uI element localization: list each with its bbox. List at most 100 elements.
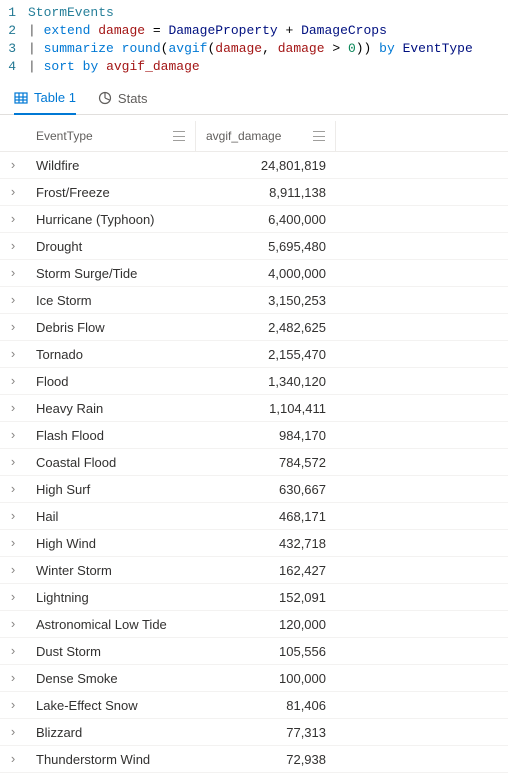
expand-row-icon[interactable]: › <box>0 563 26 578</box>
table-row[interactable]: ›Winter Storm162,427 <box>0 557 508 584</box>
cell-eventtype: Debris Flow <box>26 320 196 335</box>
table-row[interactable]: ›Debris Flow2,482,625 <box>0 314 508 341</box>
cell-avgif-damage: 984,170 <box>196 428 336 443</box>
column-header-eventtype[interactable]: EventType <box>26 121 196 151</box>
cell-avgif-damage: 432,718 <box>196 536 336 551</box>
table-row[interactable]: ›Hurricane (Typhoon)6,400,000 <box>0 206 508 233</box>
expand-row-icon[interactable]: › <box>0 671 26 686</box>
table-row[interactable]: ›Thunderstorm Wind72,938 <box>0 746 508 773</box>
expand-row-icon[interactable]: › <box>0 536 26 551</box>
cell-avgif-damage: 2,482,625 <box>196 320 336 335</box>
tab-stats[interactable]: Stats <box>98 91 148 114</box>
cell-eventtype: Dust Storm <box>26 644 196 659</box>
cell-avgif-damage: 784,572 <box>196 455 336 470</box>
column-header-avgif-damage[interactable]: avgif_damage <box>196 121 336 151</box>
cell-eventtype: Lake-Effect Snow <box>26 698 196 713</box>
expand-row-icon[interactable]: › <box>0 590 26 605</box>
expand-row-icon[interactable]: › <box>0 752 26 767</box>
table-row[interactable]: ›Drought5,695,480 <box>0 233 508 260</box>
expand-row-icon[interactable]: › <box>0 374 26 389</box>
editor-line[interactable]: 3| summarize round(avgif(damage, damage … <box>0 40 508 58</box>
editor-line[interactable]: 2| extend damage = DamageProperty + Dama… <box>0 22 508 40</box>
expand-row-icon[interactable]: › <box>0 239 26 254</box>
line-number: 3 <box>0 40 28 58</box>
cell-eventtype: Blizzard <box>26 725 196 740</box>
cell-eventtype: High Wind <box>26 536 196 551</box>
table-row[interactable]: ›Lightning152,091 <box>0 584 508 611</box>
results-grid: EventType avgif_damage ›Wildfire24,801,8… <box>0 115 508 773</box>
expand-row-icon[interactable]: › <box>0 455 26 470</box>
table-row[interactable]: ›Frost/Freeze8,911,138 <box>0 179 508 206</box>
table-row[interactable]: ›Wildfire24,801,819 <box>0 152 508 179</box>
cell-avgif-damage: 8,911,138 <box>196 185 336 200</box>
cell-eventtype: Winter Storm <box>26 563 196 578</box>
cell-avgif-damage: 120,000 <box>196 617 336 632</box>
column-menu-icon[interactable] <box>313 131 325 141</box>
table-row[interactable]: ›Flash Flood984,170 <box>0 422 508 449</box>
expand-row-icon[interactable]: › <box>0 428 26 443</box>
table-row[interactable]: ›High Wind432,718 <box>0 530 508 557</box>
cell-eventtype: Drought <box>26 239 196 254</box>
expand-row-icon[interactable]: › <box>0 320 26 335</box>
cell-eventtype: Ice Storm <box>26 293 196 308</box>
cell-eventtype: Coastal Flood <box>26 455 196 470</box>
code-content[interactable]: | summarize round(avgif(damage, damage >… <box>28 40 473 58</box>
cell-avgif-damage: 1,340,120 <box>196 374 336 389</box>
cell-eventtype: Hail <box>26 509 196 524</box>
cell-avgif-damage: 468,171 <box>196 509 336 524</box>
cell-avgif-damage: 1,104,411 <box>196 401 336 416</box>
cell-avgif-damage: 81,406 <box>196 698 336 713</box>
table-row[interactable]: ›Storm Surge/Tide4,000,000 <box>0 260 508 287</box>
editor-line[interactable]: 4| sort by avgif_damage <box>0 58 508 76</box>
cell-eventtype: Flood <box>26 374 196 389</box>
expand-row-icon[interactable]: › <box>0 698 26 713</box>
table-row[interactable]: ›Astronomical Low Tide120,000 <box>0 611 508 638</box>
tab-stats-label: Stats <box>118 91 148 106</box>
column-menu-icon[interactable] <box>173 131 185 141</box>
expand-row-icon[interactable]: › <box>0 212 26 227</box>
table-row[interactable]: ›Blizzard77,313 <box>0 719 508 746</box>
line-number: 4 <box>0 58 28 76</box>
table-icon <box>14 91 28 105</box>
code-content[interactable]: StormEvents <box>28 4 114 22</box>
cell-avgif-damage: 4,000,000 <box>196 266 336 281</box>
table-row[interactable]: ›Lake-Effect Snow81,406 <box>0 692 508 719</box>
cell-avgif-damage: 630,667 <box>196 482 336 497</box>
code-content[interactable]: | extend damage = DamageProperty + Damag… <box>28 22 387 40</box>
cell-eventtype: Wildfire <box>26 158 196 173</box>
expand-row-icon[interactable]: › <box>0 482 26 497</box>
cell-avgif-damage: 3,150,253 <box>196 293 336 308</box>
cell-eventtype: Tornado <box>26 347 196 362</box>
tab-table[interactable]: Table 1 <box>14 90 76 115</box>
column-header-label: EventType <box>36 129 167 143</box>
cell-eventtype: High Surf <box>26 482 196 497</box>
stats-icon <box>98 91 112 105</box>
table-row[interactable]: ›Heavy Rain1,104,411 <box>0 395 508 422</box>
table-row[interactable]: ›Flood1,340,120 <box>0 368 508 395</box>
table-row[interactable]: ›Dust Storm105,556 <box>0 638 508 665</box>
table-row[interactable]: ›Tornado2,155,470 <box>0 341 508 368</box>
table-row[interactable]: ›Hail468,171 <box>0 503 508 530</box>
table-row[interactable]: ›Ice Storm3,150,253 <box>0 287 508 314</box>
expand-row-icon[interactable]: › <box>0 401 26 416</box>
line-number: 2 <box>0 22 28 40</box>
cell-eventtype: Astronomical Low Tide <box>26 617 196 632</box>
expand-row-icon[interactable]: › <box>0 725 26 740</box>
table-row[interactable]: ›Dense Smoke100,000 <box>0 665 508 692</box>
table-row[interactable]: ›Coastal Flood784,572 <box>0 449 508 476</box>
cell-eventtype: Frost/Freeze <box>26 185 196 200</box>
editor-line[interactable]: 1StormEvents <box>0 4 508 22</box>
cell-eventtype: Flash Flood <box>26 428 196 443</box>
expand-row-icon[interactable]: › <box>0 644 26 659</box>
table-row[interactable]: ›High Surf630,667 <box>0 476 508 503</box>
query-editor[interactable]: 1StormEvents2| extend damage = DamagePro… <box>0 0 508 82</box>
code-content[interactable]: | sort by avgif_damage <box>28 58 200 76</box>
expand-row-icon[interactable]: › <box>0 347 26 362</box>
expand-row-icon[interactable]: › <box>0 185 26 200</box>
expand-row-icon[interactable]: › <box>0 509 26 524</box>
expand-row-icon[interactable]: › <box>0 266 26 281</box>
expand-row-icon[interactable]: › <box>0 617 26 632</box>
expand-row-icon[interactable]: › <box>0 158 26 173</box>
expand-row-icon[interactable]: › <box>0 293 26 308</box>
cell-avgif-damage: 105,556 <box>196 644 336 659</box>
